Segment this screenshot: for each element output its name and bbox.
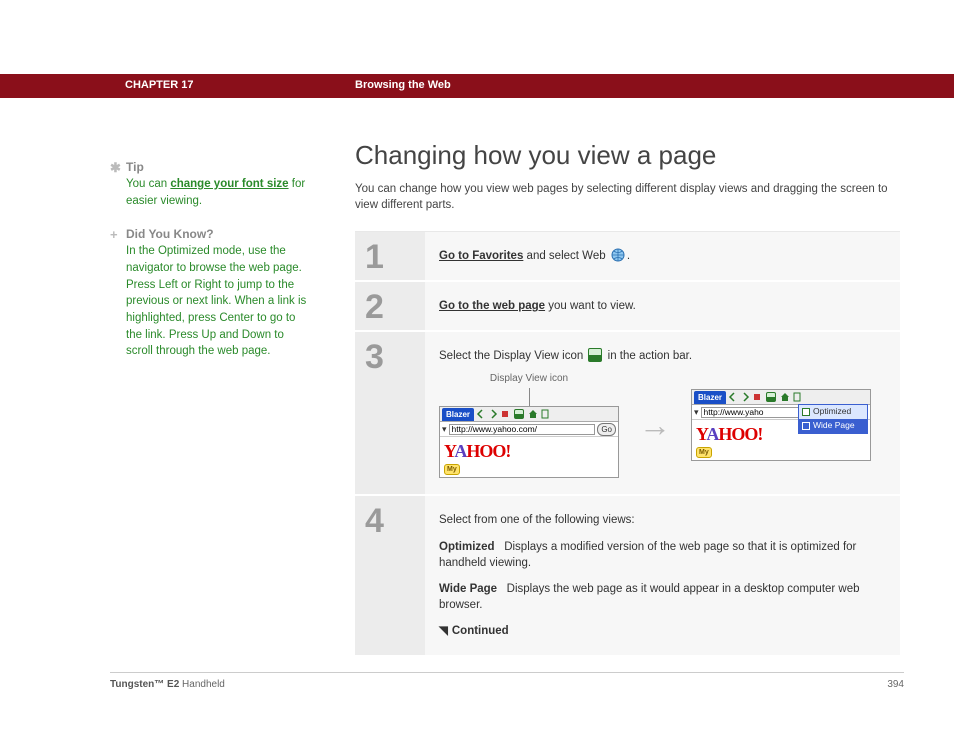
dyk-heading: Did You Know? xyxy=(110,227,310,241)
product-name: Tungsten™ E2 Handheld xyxy=(110,679,225,690)
wide-page-text: Displays the web page as it would appear… xyxy=(439,583,860,611)
dyk-body: In the Optimized mode, use the navigator… xyxy=(110,243,310,360)
display-view-icon-label: Display View icon xyxy=(490,372,568,386)
step3-post: in the action bar. xyxy=(604,350,692,362)
my-badge: My xyxy=(444,464,460,476)
go-to-web-page-link[interactable]: Go to the web page xyxy=(439,300,545,312)
intro-text: You can change how you view web pages by… xyxy=(355,181,900,213)
step3-pre: Select the Display View icon xyxy=(439,350,586,362)
step-number: 4 xyxy=(355,496,425,655)
popup-optimized: Optimized xyxy=(799,405,867,419)
dropdown-icon: ▾ xyxy=(442,423,447,436)
popup-wide-page-label: Wide Page xyxy=(813,420,855,432)
continued-indicator: ◥ Continued xyxy=(439,623,886,639)
arrow-right-icon: → xyxy=(639,403,671,448)
optimized-desc: Optimized Displays a modified version of… xyxy=(439,539,886,571)
step-1: 1 Go to Favorites and select Web . xyxy=(355,232,900,282)
step-body: Select the Display View icon in the acti… xyxy=(425,332,900,494)
my-badge: My xyxy=(696,447,712,459)
browser-screenshot-right: Blazer ▾ Go xyxy=(691,389,871,461)
change-font-size-link[interactable]: change your font size xyxy=(170,178,288,190)
optimized-icon xyxy=(802,408,810,416)
display-view-toolbar-icon xyxy=(514,409,524,419)
pointer-line xyxy=(529,388,530,406)
dyk-note: Did You Know? In the Optimized mode, use… xyxy=(110,227,310,360)
wide-page-desc: Wide Page Displays the web page as it wo… xyxy=(439,581,886,613)
popup-optimized-label: Optimized xyxy=(813,406,851,418)
step1-text: and select Web xyxy=(523,250,608,262)
sidebar: Tip You can change your font size for ea… xyxy=(110,160,310,378)
step-number: 2 xyxy=(355,282,425,330)
address-bar: ▾ Go xyxy=(440,422,618,437)
step-body: Select from one of the following views: … xyxy=(425,496,900,655)
step-2: 2 Go to the web page you want to view. xyxy=(355,282,900,332)
step-body: Go to the web page you want to view. xyxy=(425,282,900,330)
step-4: 4 Select from one of the following views… xyxy=(355,496,900,657)
tip-note: Tip You can change your font size for ea… xyxy=(110,160,310,209)
product-rest: Handheld xyxy=(179,679,225,690)
optimized-label: Optimized xyxy=(439,541,495,553)
display-view-popup: Optimized Wide Page xyxy=(798,404,868,434)
step-number: 1 xyxy=(355,232,425,280)
dropdown-icon: ▾ xyxy=(694,406,699,419)
back-icon xyxy=(476,409,486,419)
forward-icon xyxy=(740,392,750,402)
display-view-toolbar-icon xyxy=(766,392,776,402)
page-number: 394 xyxy=(887,679,904,690)
yahoo-logo: YAHOO! xyxy=(696,424,762,444)
step2-text: you want to view. xyxy=(545,300,636,312)
optimized-text: Displays a modified version of the web p… xyxy=(439,541,856,569)
continued-label: Continued xyxy=(452,625,509,637)
bookmark-icon xyxy=(540,409,550,419)
stop-icon xyxy=(752,392,762,402)
go-to-favorites-link[interactable]: Go to Favorites xyxy=(439,250,523,262)
go-button: Go xyxy=(597,423,616,436)
forward-icon xyxy=(488,409,498,419)
web-globe-icon xyxy=(611,248,625,262)
screenshot-left-wrap: Display View icon Blazer xyxy=(439,372,619,478)
page-title: Changing how you view a page xyxy=(355,140,900,171)
step4-lead: Select from one of the following views: xyxy=(439,512,886,528)
yahoo-logo: YAHOO! xyxy=(444,441,510,461)
display-view-icon xyxy=(588,348,602,362)
toolbar: Blazer xyxy=(692,390,870,405)
blazer-tab: Blazer xyxy=(442,408,474,421)
tip-pre: You can xyxy=(126,178,170,190)
tip-body: You can change your font size for easier… xyxy=(110,176,310,209)
step-3: 3 Select the Display View icon in the ac… xyxy=(355,332,900,496)
back-icon xyxy=(728,392,738,402)
popup-wide-page: Wide Page xyxy=(799,419,867,433)
tip-heading: Tip xyxy=(110,160,310,174)
chapter-label: CHAPTER 17 xyxy=(125,79,193,91)
screenshot-row: Display View icon Blazer xyxy=(439,372,886,478)
step-body: Go to Favorites and select Web . xyxy=(425,232,900,280)
stop-icon xyxy=(500,409,510,419)
page-content: YAHOO! My xyxy=(440,437,618,477)
bookmark-icon xyxy=(792,392,802,402)
chapter-header: CHAPTER 17 Browsing the Web xyxy=(0,74,954,98)
wide-page-icon xyxy=(802,422,810,430)
steps-list: 1 Go to Favorites and select Web . 2 Go … xyxy=(355,231,900,657)
main-content: Changing how you view a page You can cha… xyxy=(355,140,900,657)
product-bold: Tungsten™ E2 xyxy=(110,679,179,690)
home-icon xyxy=(528,409,538,419)
toolbar: Blazer xyxy=(440,407,618,422)
url-input xyxy=(449,424,596,435)
wide-page-label: Wide Page xyxy=(439,583,497,595)
section-label: Browsing the Web xyxy=(355,79,451,91)
page-footer: Tungsten™ E2 Handheld 394 xyxy=(110,672,904,690)
step-number: 3 xyxy=(355,332,425,494)
blazer-tab: Blazer xyxy=(694,391,726,404)
browser-screenshot-left: Blazer ▾ Go xyxy=(439,406,619,478)
home-icon xyxy=(780,392,790,402)
continued-arrow-icon: ◥ xyxy=(439,623,448,639)
